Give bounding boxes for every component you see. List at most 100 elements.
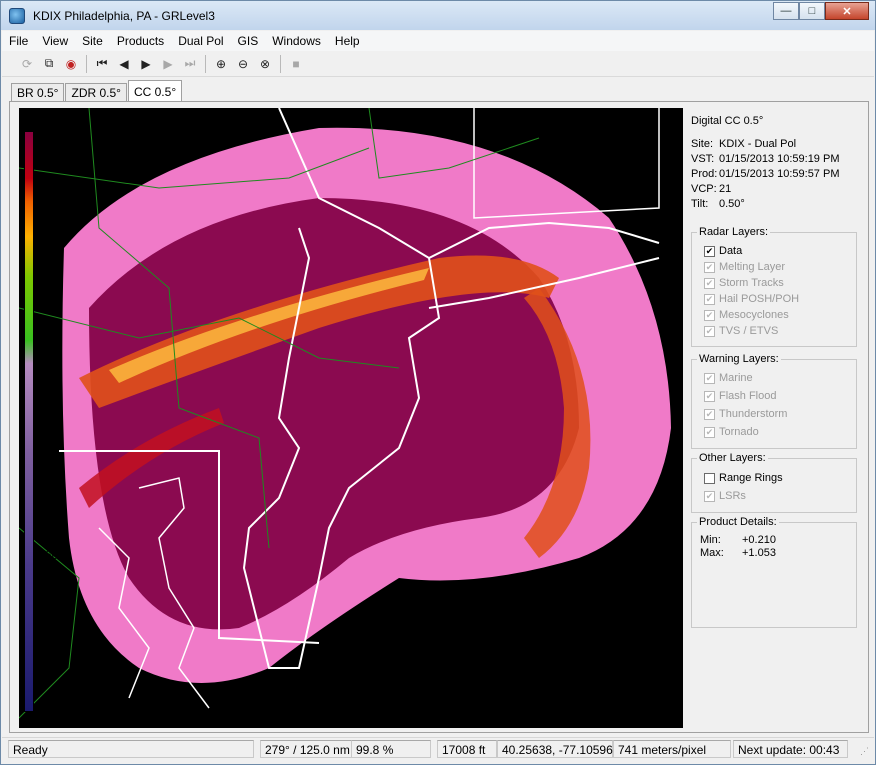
checkbox-checked-icon[interactable]: ✔ xyxy=(704,245,715,257)
other-range-rings[interactable]: Range Rings xyxy=(704,470,783,486)
info-sidebar: Digital CC 0.5° Site: KDIX - Dual Pol VST… xyxy=(691,114,861,628)
other-layers-group: Other Layers: Range Rings ✔ LSRs xyxy=(691,452,857,513)
app-window: KDIX Philadelphia, PA - GRLevel3 — □ ✕ F… xyxy=(0,0,876,765)
scale-tick: 45 xyxy=(45,704,59,718)
checkbox-checked-icon[interactable]: ✔ xyxy=(704,372,715,384)
checkbox-checked-icon[interactable]: ✔ xyxy=(704,293,715,305)
max-value: +1.053 xyxy=(742,547,776,559)
warning-thunderstorm[interactable]: ✔ Thunderstorm xyxy=(704,406,787,422)
minimize-button[interactable]: — xyxy=(773,2,799,20)
scale-tick: 95 xyxy=(45,184,59,198)
checkbox-checked-icon[interactable]: ✔ xyxy=(704,490,715,502)
tab-br[interactable]: BR 0.5° xyxy=(11,83,65,102)
checkbox-unchecked-icon[interactable] xyxy=(704,472,715,484)
prod-row: Prod: 01/15/2013 10:59:57 PM xyxy=(691,167,861,182)
tab-cc[interactable]: CC 0.5° xyxy=(127,80,183,102)
checkbox-checked-icon[interactable]: ✔ xyxy=(704,408,715,420)
radar-site-icon[interactable]: ◉ xyxy=(60,53,82,75)
layer-label: Hail POSH/POH xyxy=(719,293,800,305)
checkbox-checked-icon[interactable]: ✔ xyxy=(704,390,715,402)
min-row: Min: +0.210 xyxy=(700,534,776,547)
resize-grip-icon[interactable]: ⋰ xyxy=(860,746,872,758)
status-ready: Ready xyxy=(8,740,254,758)
warning-flash-flood[interactable]: ✔ Flash Flood xyxy=(704,388,776,404)
layer-mesocyclones[interactable]: ✔ Mesocyclones xyxy=(704,307,789,323)
scale-tick: 100 xyxy=(45,132,66,146)
other-label: Range Rings xyxy=(719,472,783,484)
radar-layers-group: Radar Layers: ✔ Data ✔ Melting Layer ✔ Stor… xyxy=(691,226,857,347)
warning-label: Flash Flood xyxy=(719,390,777,402)
warning-marine[interactable]: ✔ Marine xyxy=(704,370,753,386)
next-frame-icon[interactable]: ▶ xyxy=(157,53,179,75)
zoom-out-icon[interactable]: ⊖ xyxy=(232,53,254,75)
menu-products[interactable]: Products xyxy=(110,34,171,48)
menu-help[interactable]: Help xyxy=(328,34,367,48)
zoom-in-icon[interactable]: ⊕ xyxy=(210,53,232,75)
toolbar: ⟳ ⧉ ◉ ⏮ ◀ ▶ ▶ ⏭ ⊕ ⊖ ⊗ ■ xyxy=(2,51,874,77)
scale-tick: 85 xyxy=(45,288,59,302)
close-button[interactable]: ✕ xyxy=(825,2,869,20)
play-icon[interactable]: ▶ xyxy=(135,53,157,75)
refresh-icon[interactable]: ⟳ xyxy=(16,53,38,75)
prod-value: 01/15/2013 10:59:57 PM xyxy=(719,168,840,180)
radar-map[interactable]: % 100 95 90 85 80 75 70 65 60 55 50 45 xyxy=(19,108,683,728)
scale-tick: 80 xyxy=(45,340,59,354)
max-label: Max: xyxy=(700,547,724,559)
first-frame-icon[interactable]: ⏮ xyxy=(91,53,113,75)
scale-tick: 65 xyxy=(45,496,59,510)
site-row: Site: KDIX - Dual Pol xyxy=(691,137,861,152)
radar-layers-title: Radar Layers: xyxy=(697,226,771,238)
warning-tornado[interactable]: ✔ Tornado xyxy=(704,424,759,440)
stop-icon[interactable]: ■ xyxy=(285,53,307,75)
vst-row: VST: 01/15/2013 10:59:19 PM xyxy=(691,152,861,167)
menu-view[interactable]: View xyxy=(35,34,75,48)
tilt-label: Tilt: xyxy=(691,198,709,210)
tab-zdr[interactable]: ZDR 0.5° xyxy=(65,83,127,102)
menu-gis[interactable]: GIS xyxy=(231,34,266,48)
previous-frame-icon[interactable]: ◀ xyxy=(113,53,135,75)
vcp-label: VCP: xyxy=(691,183,717,195)
other-lsrs[interactable]: ✔ LSRs xyxy=(704,488,746,504)
maximize-button[interactable]: □ xyxy=(799,2,825,20)
layer-label: TVS / ETVS xyxy=(719,325,779,337)
scale-unit-label: % xyxy=(25,111,35,123)
warning-label: Tornado xyxy=(719,426,759,438)
scale-tick: 50 xyxy=(45,652,59,666)
layer-hail[interactable]: ✔ Hail POSH/POH xyxy=(704,291,799,307)
checkbox-checked-icon[interactable]: ✔ xyxy=(704,325,715,337)
min-value: +0.210 xyxy=(742,534,776,546)
product-tabs: BR 0.5° ZDR 0.5° CC 0.5° xyxy=(11,80,183,102)
menu-site[interactable]: Site xyxy=(75,34,110,48)
layer-storm-tracks[interactable]: ✔ Storm Tracks xyxy=(704,275,784,291)
tilt-value: 0.50° xyxy=(719,198,745,210)
warning-label: Marine xyxy=(719,372,753,384)
vst-label: VST: xyxy=(691,153,715,165)
status-bearing: 279° / 125.0 nm xyxy=(260,740,352,758)
checkbox-checked-icon[interactable]: ✔ xyxy=(704,261,715,273)
color-scale: % 100 95 90 85 80 75 70 65 60 55 50 45 xyxy=(19,108,73,728)
layer-tvs[interactable]: ✔ TVS / ETVS xyxy=(704,323,778,339)
last-frame-icon[interactable]: ⏭ xyxy=(179,53,201,75)
zoom-reset-icon[interactable]: ⊗ xyxy=(254,53,276,75)
other-label: LSRs xyxy=(719,490,746,502)
layer-melting[interactable]: ✔ Melting Layer xyxy=(704,259,785,275)
menu-windows[interactable]: Windows xyxy=(265,34,328,48)
warning-layers-group: Warning Layers: ✔ Marine ✔ Flash Flood ✔ Th… xyxy=(691,353,857,449)
title-bar[interactable]: KDIX Philadelphia, PA - GRLevel3 — □ ✕ xyxy=(1,1,875,30)
layer-label: Data xyxy=(719,245,743,257)
checkbox-checked-icon[interactable]: ✔ xyxy=(704,426,715,438)
menu-file[interactable]: File xyxy=(2,34,35,48)
status-bar: Ready 279° / 125.0 nm 99.8 % 17008 ft 40… xyxy=(2,737,874,761)
window-title: KDIX Philadelphia, PA - GRLevel3 xyxy=(33,8,215,23)
menu-dual-pol[interactable]: Dual Pol xyxy=(171,34,230,48)
product-details-group: Product Details: Min: +0.210 Max: +1.053 xyxy=(691,516,857,628)
layer-data[interactable]: ✔ Data xyxy=(704,243,742,259)
checkbox-checked-icon[interactable]: ✔ xyxy=(704,277,715,289)
grlevel3-app-icon[interactable] xyxy=(9,7,25,24)
copy-icon[interactable]: ⧉ xyxy=(38,53,60,75)
status-value: 99.8 % xyxy=(351,740,431,758)
vcp-value: 21 xyxy=(719,183,732,195)
site-value: KDIX - Dual Pol xyxy=(719,138,797,150)
status-coords: 40.25638, -77.10596 xyxy=(497,740,613,758)
checkbox-checked-icon[interactable]: ✔ xyxy=(704,309,715,321)
